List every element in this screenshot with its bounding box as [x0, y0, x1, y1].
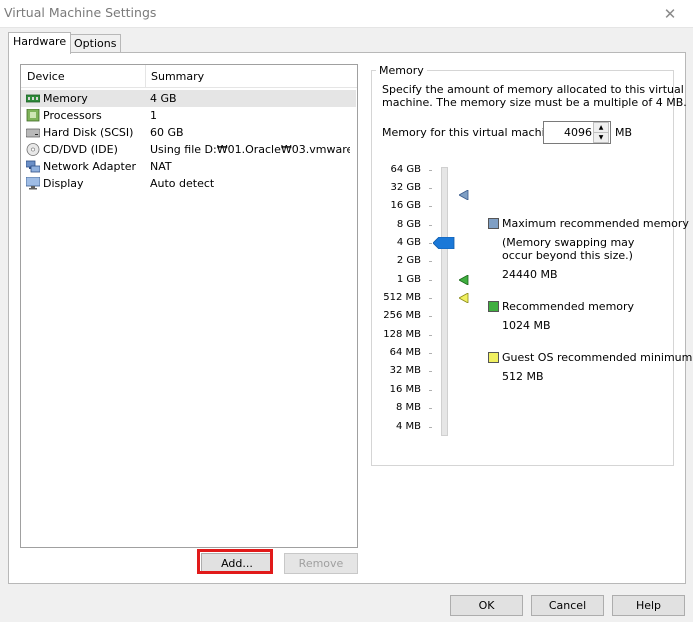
scale-label: 64 GB	[390, 164, 421, 175]
device-summary: 60 GB	[150, 126, 184, 139]
legend-rec-title: Recommended memory	[502, 300, 635, 313]
scale-tick	[429, 427, 432, 428]
scale-label: 16 MB	[389, 384, 421, 395]
device-summary: 1	[150, 109, 157, 122]
scale-tick	[429, 390, 432, 391]
guest-os-minimum-legend-icon	[488, 352, 499, 363]
legend-min-title: Guest OS recommended minimum	[502, 351, 693, 364]
memory-size-stepper[interactable]: 4096 ▲ ▼	[543, 121, 611, 144]
help-button[interactable]: Help	[612, 595, 685, 616]
legend-max-value: 24440 MB	[502, 268, 558, 281]
scale-tick	[429, 316, 432, 317]
scale-label: 4 MB	[395, 421, 421, 432]
device-row-memory[interactable]: Memory 4 GB	[21, 90, 356, 107]
device-name: CD/DVD (IDE)	[43, 143, 118, 156]
hard-disk-icon	[26, 128, 40, 138]
scale-label: 32 MB	[389, 365, 421, 376]
close-button[interactable]: ✕	[647, 0, 693, 27]
device-name: Memory	[43, 92, 88, 105]
recommended-legend-icon	[488, 301, 499, 312]
scale-tick	[429, 170, 432, 171]
scale-label: 8 GB	[396, 219, 421, 230]
stepper-down-button[interactable]: ▼	[593, 132, 609, 143]
chevron-up-icon: ▲	[598, 124, 604, 131]
device-summary: Auto detect	[150, 177, 215, 190]
cancel-button[interactable]: Cancel	[531, 595, 604, 616]
scale-label: 4 GB	[396, 237, 421, 248]
scale-label: 32 GB	[390, 182, 421, 193]
scale-tick	[429, 206, 432, 207]
scale-tick	[429, 298, 432, 299]
legend-max-note-line1: (Memory swapping may	[502, 236, 635, 249]
device-summary: 4 GB	[150, 92, 177, 105]
device-row-processors[interactable]: Processors 1	[21, 107, 356, 124]
tab-hardware[interactable]: Hardware	[8, 32, 72, 54]
device-name: Hard Disk (SCSI)	[43, 126, 134, 139]
scale-label: 1 GB	[396, 274, 421, 285]
device-list-header: Device Summary	[21, 65, 357, 88]
device-name: Network Adapter	[43, 160, 137, 173]
network-adapter-icon	[26, 160, 40, 173]
memory-icon	[26, 94, 40, 103]
scale-tick	[429, 243, 432, 244]
device-row-network-adapter[interactable]: Network Adapter NAT	[21, 158, 356, 175]
ok-button[interactable]: OK	[450, 595, 523, 616]
scale-tick	[429, 188, 432, 189]
device-summary: NAT	[150, 160, 172, 173]
scale-tick	[429, 261, 432, 262]
scale-label: 256 MB	[383, 310, 421, 321]
remove-button[interactable]: Remove	[284, 553, 358, 574]
scale-label: 512 MB	[383, 292, 421, 303]
memory-description-line1: Specify the amount of memory allocated t…	[382, 83, 684, 96]
device-summary: Using file D:₩01.Oracle₩03.vmware...	[150, 143, 350, 156]
memory-size-value[interactable]: 4096	[544, 122, 592, 143]
title-bar: Virtual Machine Settings ✕	[0, 0, 693, 28]
close-icon: ✕	[663, 4, 677, 23]
column-header-summary[interactable]: Summary	[145, 65, 204, 87]
guest-os-minimum-marker-icon	[459, 293, 469, 303]
memory-description-line2: machine. The memory size must be a multi…	[382, 96, 687, 109]
column-header-device[interactable]: Device	[21, 65, 65, 87]
recommended-marker-icon	[459, 275, 469, 285]
memory-group-title: Memory	[376, 64, 427, 77]
scale-tick	[429, 280, 432, 281]
memory-slider-track[interactable]	[441, 167, 448, 436]
legend-min-value: 512 MB	[502, 370, 544, 383]
tab-options[interactable]: Options	[69, 34, 122, 53]
scale-tick	[429, 353, 432, 354]
memory-field-label: Memory for this virtual machine:	[382, 126, 563, 139]
chevron-down-icon: ▼	[598, 134, 604, 141]
device-list[interactable]: Device Summary Memory 4 GB Processors 1 …	[20, 64, 358, 548]
legend-max-note-line2: occur beyond this size.)	[502, 249, 633, 262]
scale-tick	[429, 408, 432, 409]
scale-label: 128 MB	[383, 329, 421, 340]
scale-tick	[429, 371, 432, 372]
scale-label: 2 GB	[396, 255, 421, 266]
max-recommended-legend-icon	[488, 218, 499, 229]
memory-unit-label: MB	[615, 126, 633, 139]
device-name: Processors	[43, 109, 102, 122]
scale-tick	[429, 225, 432, 226]
display-icon	[26, 177, 40, 190]
scale-label: 8 MB	[395, 402, 421, 413]
max-recommended-marker-icon	[459, 190, 469, 200]
window-title: Virtual Machine Settings	[4, 5, 157, 20]
highlight-box	[197, 549, 273, 574]
scale-tick	[429, 335, 432, 336]
processor-icon	[26, 109, 40, 122]
device-row-hard-disk[interactable]: Hard Disk (SCSI) 60 GB	[21, 124, 356, 141]
scale-label: 16 GB	[390, 200, 421, 211]
device-row-cd-dvd[interactable]: CD/DVD (IDE) Using file D:₩01.Oracle₩03.…	[21, 141, 356, 158]
legend-max-title: Maximum recommended memory	[502, 217, 689, 230]
cd-dvd-icon	[26, 143, 40, 156]
device-name: Display	[43, 177, 84, 190]
device-row-display[interactable]: Display Auto detect	[21, 175, 356, 192]
legend-rec-value: 1024 MB	[502, 319, 551, 332]
scale-label: 64 MB	[389, 347, 421, 358]
memory-slider-thumb[interactable]	[433, 237, 455, 249]
